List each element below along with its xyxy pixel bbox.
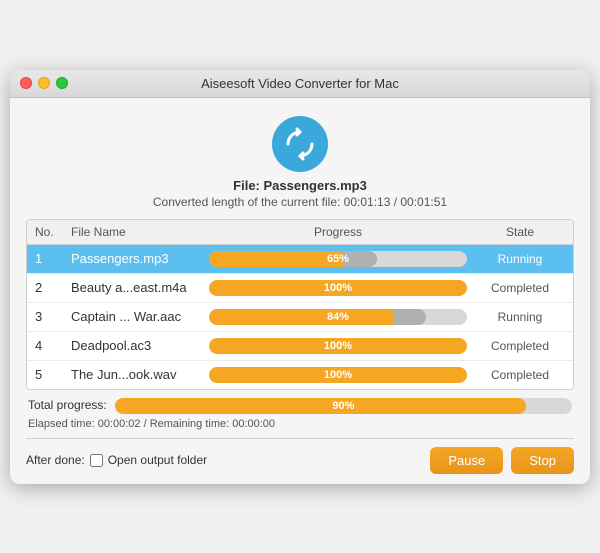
row-number: 5 [35,367,71,382]
table-row: 4 Deadpool.ac3 100% Completed [27,332,573,361]
after-done-area: After done: Open output folder [26,453,422,467]
progress-bar-container: 65% [209,251,467,267]
progress-cell: 84% [201,309,475,325]
stop-button[interactable]: Stop [511,447,574,474]
row-filename: Beauty a...east.m4a [71,280,201,295]
row-filename: Deadpool.ac3 [71,338,201,353]
row-state: Completed [475,368,565,382]
progress-bar-container: 84% [209,309,467,325]
converted-length: Converted length of the current file: 00… [26,195,574,209]
table-header: No. File Name Progress State [27,220,573,245]
table-row: 3 Captain ... War.aac 84% Running [27,303,573,332]
row-filename: The Jun...ook.wav [71,367,201,382]
progress-bar-fill [209,251,377,267]
row-number: 4 [35,338,71,353]
row-number: 3 [35,309,71,324]
convert-arrows-icon [282,126,318,162]
row-state: Completed [475,281,565,295]
header-filename: File Name [71,225,201,239]
total-progress-area: Total progress: 90% Elapsed time: 00:00:… [26,398,574,430]
progress-cell: 65% [201,251,475,267]
content-area: File: Passengers.mp3 Converted length of… [10,98,590,484]
progress-label: 84% [327,311,349,323]
row-state: Completed [475,339,565,353]
row-filename: Captain ... War.aac [71,309,201,324]
table-row: 5 The Jun...ook.wav 100% Completed [27,361,573,389]
icon-area [26,116,574,172]
header-no: No. [35,225,71,239]
row-number: 2 [35,280,71,295]
total-progress-label: Total progress: [28,398,107,412]
window-title: Aiseesoft Video Converter for Mac [201,76,399,91]
main-window: Aiseesoft Video Converter for Mac File: … [10,70,590,484]
row-filename: Passengers.mp3 [71,251,201,266]
total-progress-bar-fill [115,398,527,414]
progress-cell: 100% [201,367,475,383]
row-state: Running [475,310,565,324]
progress-label: 100% [324,282,352,294]
table-row: 2 Beauty a...east.m4a 100% Completed [27,274,573,303]
close-button[interactable] [20,77,32,89]
row-state: Running [475,252,565,266]
table-row: 1 Passengers.mp3 65% Running [27,245,573,274]
total-progress-bar-container: 90% [115,398,572,414]
traffic-lights [20,77,68,89]
file-info: File: Passengers.mp3 Converted length of… [26,178,574,209]
titlebar: Aiseesoft Video Converter for Mac [10,70,590,98]
open-folder-checkbox[interactable] [90,454,103,467]
progress-cell: 100% [201,338,475,354]
progress-label: 65% [327,253,349,265]
total-progress-percent: 90% [332,400,354,412]
pause-button[interactable]: Pause [430,447,503,474]
total-progress-row: Total progress: 90% [28,398,572,415]
minimize-button[interactable] [38,77,50,89]
files-table: No. File Name Progress State 1 Passenger… [26,219,574,390]
progress-cell: 100% [201,280,475,296]
progress-bar-container: 100% [209,367,467,383]
current-filename: File: Passengers.mp3 [26,178,574,193]
maximize-button[interactable] [56,77,68,89]
row-number: 1 [35,251,71,266]
progress-bar-container: 100% [209,338,467,354]
convert-icon [272,116,328,172]
bottom-bar: After done: Open output folder Pause Sto… [26,438,574,474]
header-progress: Progress [201,225,475,239]
progress-bar-fill [209,309,426,325]
progress-label: 100% [324,340,352,352]
progress-label: 100% [324,369,352,381]
header-state: State [475,225,565,239]
after-done-label: After done: [26,453,85,467]
open-folder-label: Open output folder [108,453,207,467]
progress-bar-container: 100% [209,280,467,296]
elapsed-time: Elapsed time: 00:00:02 / Remaining time:… [28,418,572,430]
